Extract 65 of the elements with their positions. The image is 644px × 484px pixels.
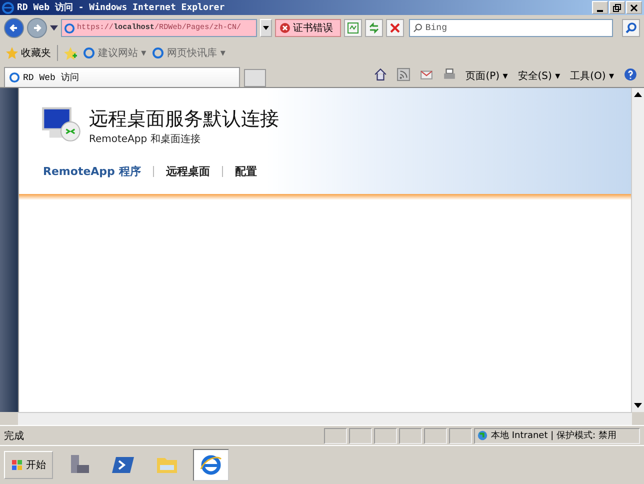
globe-icon — [477, 430, 488, 441]
horizontal-scrollbar[interactable] — [18, 412, 632, 425]
command-menu[interactable]: 工具(O) ▾ — [567, 69, 617, 83]
home-icon[interactable] — [374, 68, 387, 80]
address-dropdown-button[interactable] — [260, 19, 272, 37]
search-icon — [413, 23, 422, 33]
nav-link[interactable]: 配置 — [234, 164, 257, 179]
status-pane — [324, 428, 347, 444]
page-title: 远程桌面服务默认连接 — [89, 107, 279, 132]
forward-button[interactable] — [27, 18, 47, 38]
search-button[interactable] — [622, 19, 640, 37]
search-icon — [625, 22, 637, 34]
status-pane — [374, 428, 397, 444]
security-zone: 本地 Intranet | 保护模式: 禁用 — [474, 428, 640, 444]
window-title: RD Web 访问 - Windows Internet Explorer — [17, 1, 226, 14]
close-icon — [630, 4, 638, 12]
windows-logo-icon — [11, 459, 23, 471]
star-icon — [6, 47, 18, 59]
help-icon[interactable] — [624, 68, 637, 80]
status-text: 完成 — [4, 430, 24, 442]
restore-icon — [613, 4, 621, 12]
scroll-up-icon[interactable] — [634, 91, 642, 97]
back-arrow-icon — [9, 23, 19, 33]
command-menu[interactable]: 页面(P) ▾ — [462, 69, 511, 83]
nav-link[interactable]: 远程桌面 — [166, 164, 210, 179]
browser-icon[interactable] — [193, 449, 229, 481]
page-icon — [9, 72, 20, 83]
compatibility-icon — [347, 22, 359, 34]
close-button[interactable] — [626, 1, 642, 14]
vertical-scrollbar[interactable] — [631, 88, 644, 412]
minimize-button[interactable] — [592, 1, 608, 14]
stop-icon — [389, 22, 401, 34]
stop-button[interactable] — [386, 19, 404, 37]
status-pane — [349, 428, 372, 444]
certificate-error-button[interactable]: 证书错误 — [275, 19, 341, 37]
favorites-button[interactable]: 收藏夹 — [6, 46, 51, 60]
scroll-down-icon[interactable] — [634, 403, 642, 409]
mail-icon[interactable] — [420, 68, 433, 80]
browser-tab[interactable]: RD Web 访问 — [4, 67, 240, 87]
status-pane — [449, 428, 472, 444]
status-pane — [424, 428, 447, 444]
refresh-icon — [368, 22, 380, 34]
search-box[interactable]: Bing — [409, 19, 613, 37]
minimize-icon — [597, 10, 603, 12]
back-button[interactable] — [4, 18, 24, 38]
page-icon — [64, 22, 75, 34]
caret-icon — [263, 26, 269, 30]
page-icon — [152, 47, 164, 59]
restore-button[interactable] — [609, 1, 625, 14]
browser-logo-icon — [2, 2, 14, 14]
compatibility-view-button[interactable] — [344, 19, 362, 37]
page-icon — [83, 47, 95, 59]
start-button[interactable]: 开始 — [4, 451, 53, 479]
favorites-link[interactable]: 建议网站 ▾ — [83, 46, 146, 60]
dropdown-caret-icon[interactable] — [50, 25, 58, 31]
nav-link[interactable]: RemoteApp 程序 — [43, 164, 141, 179]
error-icon — [280, 23, 290, 33]
feeds-icon[interactable] — [396, 68, 410, 80]
status-pane — [399, 428, 422, 444]
forward-arrow-icon — [32, 23, 42, 33]
refresh-button[interactable] — [365, 19, 383, 37]
favorites-link[interactable]: 网页快讯库 ▾ — [152, 46, 226, 60]
print-icon[interactable] — [442, 68, 456, 80]
command-menu[interactable]: 安全(S) ▾ — [514, 69, 564, 83]
page-subtitle: RemoteApp 和桌面连接 — [89, 132, 202, 146]
